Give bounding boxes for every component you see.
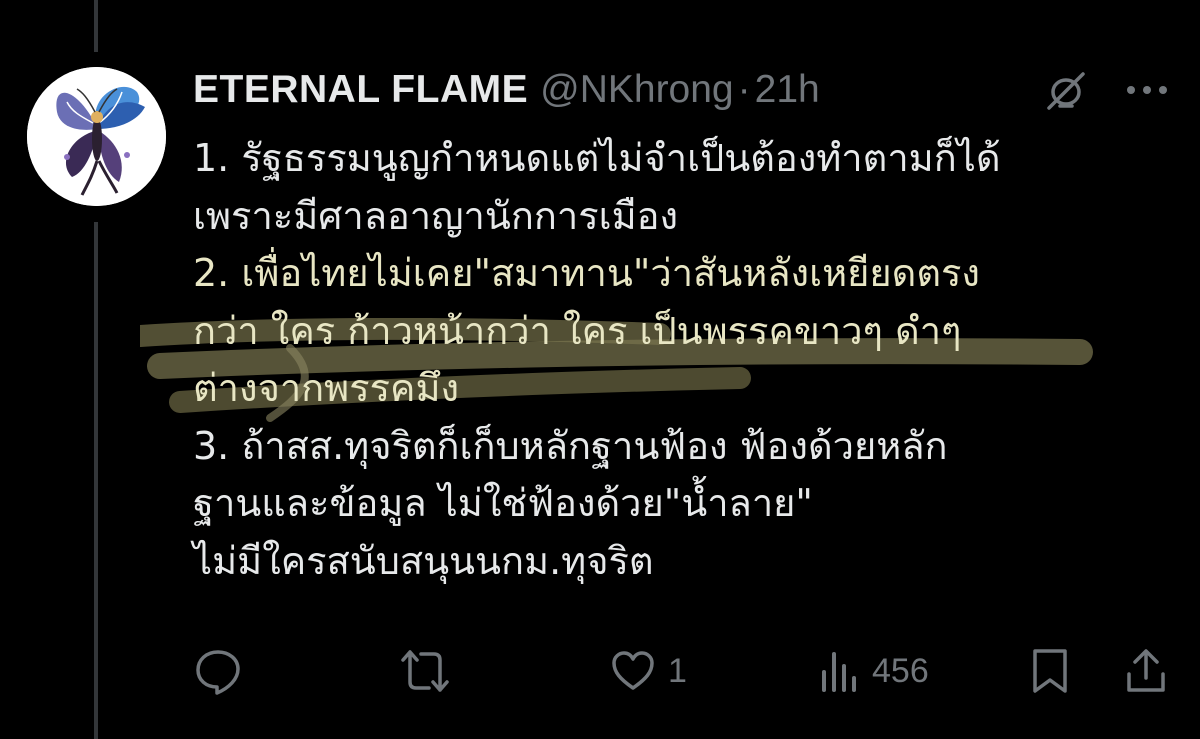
like-button[interactable]: 1 xyxy=(610,636,687,706)
bookmark-button[interactable] xyxy=(1030,636,1070,706)
tweet-text-line: ต่างจากพรรคมึง xyxy=(193,366,460,410)
tweet-text: 1. รัฐธรรมนูญกำหนดแต่ไม่จำเป็นต้องทำตามก… xyxy=(193,130,1183,590)
views-count: 456 xyxy=(872,651,929,690)
like-icon xyxy=(612,651,654,690)
tweet-text-line: 2. เพื่อไทยไม่เคย"สมาทาน"ว่าสันหลังเหยีย… xyxy=(193,251,980,295)
more-icon[interactable] xyxy=(1124,77,1170,103)
tweet-text-line: 1. รัฐธรรมนูญกำหนดแต่ไม่จำเป็นต้องทำตามก… xyxy=(193,136,1001,180)
retweet-button[interactable] xyxy=(399,636,463,706)
display-name[interactable]: ETERNAL FLAME xyxy=(193,68,528,112)
avatar[interactable] xyxy=(27,67,166,206)
tweet-actions: 1 456 xyxy=(0,636,1200,706)
views-button[interactable]: 456 xyxy=(820,636,929,706)
reply-icon xyxy=(196,650,240,695)
mute-icon[interactable] xyxy=(1043,68,1089,114)
like-count: 1 xyxy=(668,651,687,690)
thread-line-top xyxy=(94,0,98,52)
tweet-header: ETERNAL FLAME @NKhrong · 21h xyxy=(193,62,820,118)
retweet-icon xyxy=(401,650,449,692)
tweet-text-line: เพราะมีศาลอาญานักการเมือง xyxy=(193,193,679,238)
share-icon xyxy=(1127,649,1165,692)
views-icon xyxy=(822,652,856,692)
user-handle[interactable]: @NKhrong xyxy=(540,68,734,112)
tweet-text-line: กว่า ใคร ก้าวหน้ากว่า ใคร เป็นพรรคขาวๆ ด… xyxy=(193,308,962,353)
tweet-timestamp[interactable]: 21h xyxy=(755,68,820,112)
share-button[interactable] xyxy=(1124,636,1168,706)
tweet-text-line: ฐานและข้อมูล ไม่ใช่ฟ้องด้วย"น้ำลาย" xyxy=(193,481,813,525)
header-separator: · xyxy=(737,68,751,111)
avatar-butterfly-image xyxy=(27,67,166,206)
tweet-text-line: ไม่มีใครสนับสนุนนกม.ทุจริต xyxy=(193,538,654,583)
reply-button[interactable] xyxy=(193,636,255,706)
tweet-text-line: 3. ถ้าสส.ทุจริตก็เก็บหลักฐานฟ้อง ฟ้องด้ว… xyxy=(193,423,948,468)
bookmark-icon xyxy=(1033,649,1067,693)
